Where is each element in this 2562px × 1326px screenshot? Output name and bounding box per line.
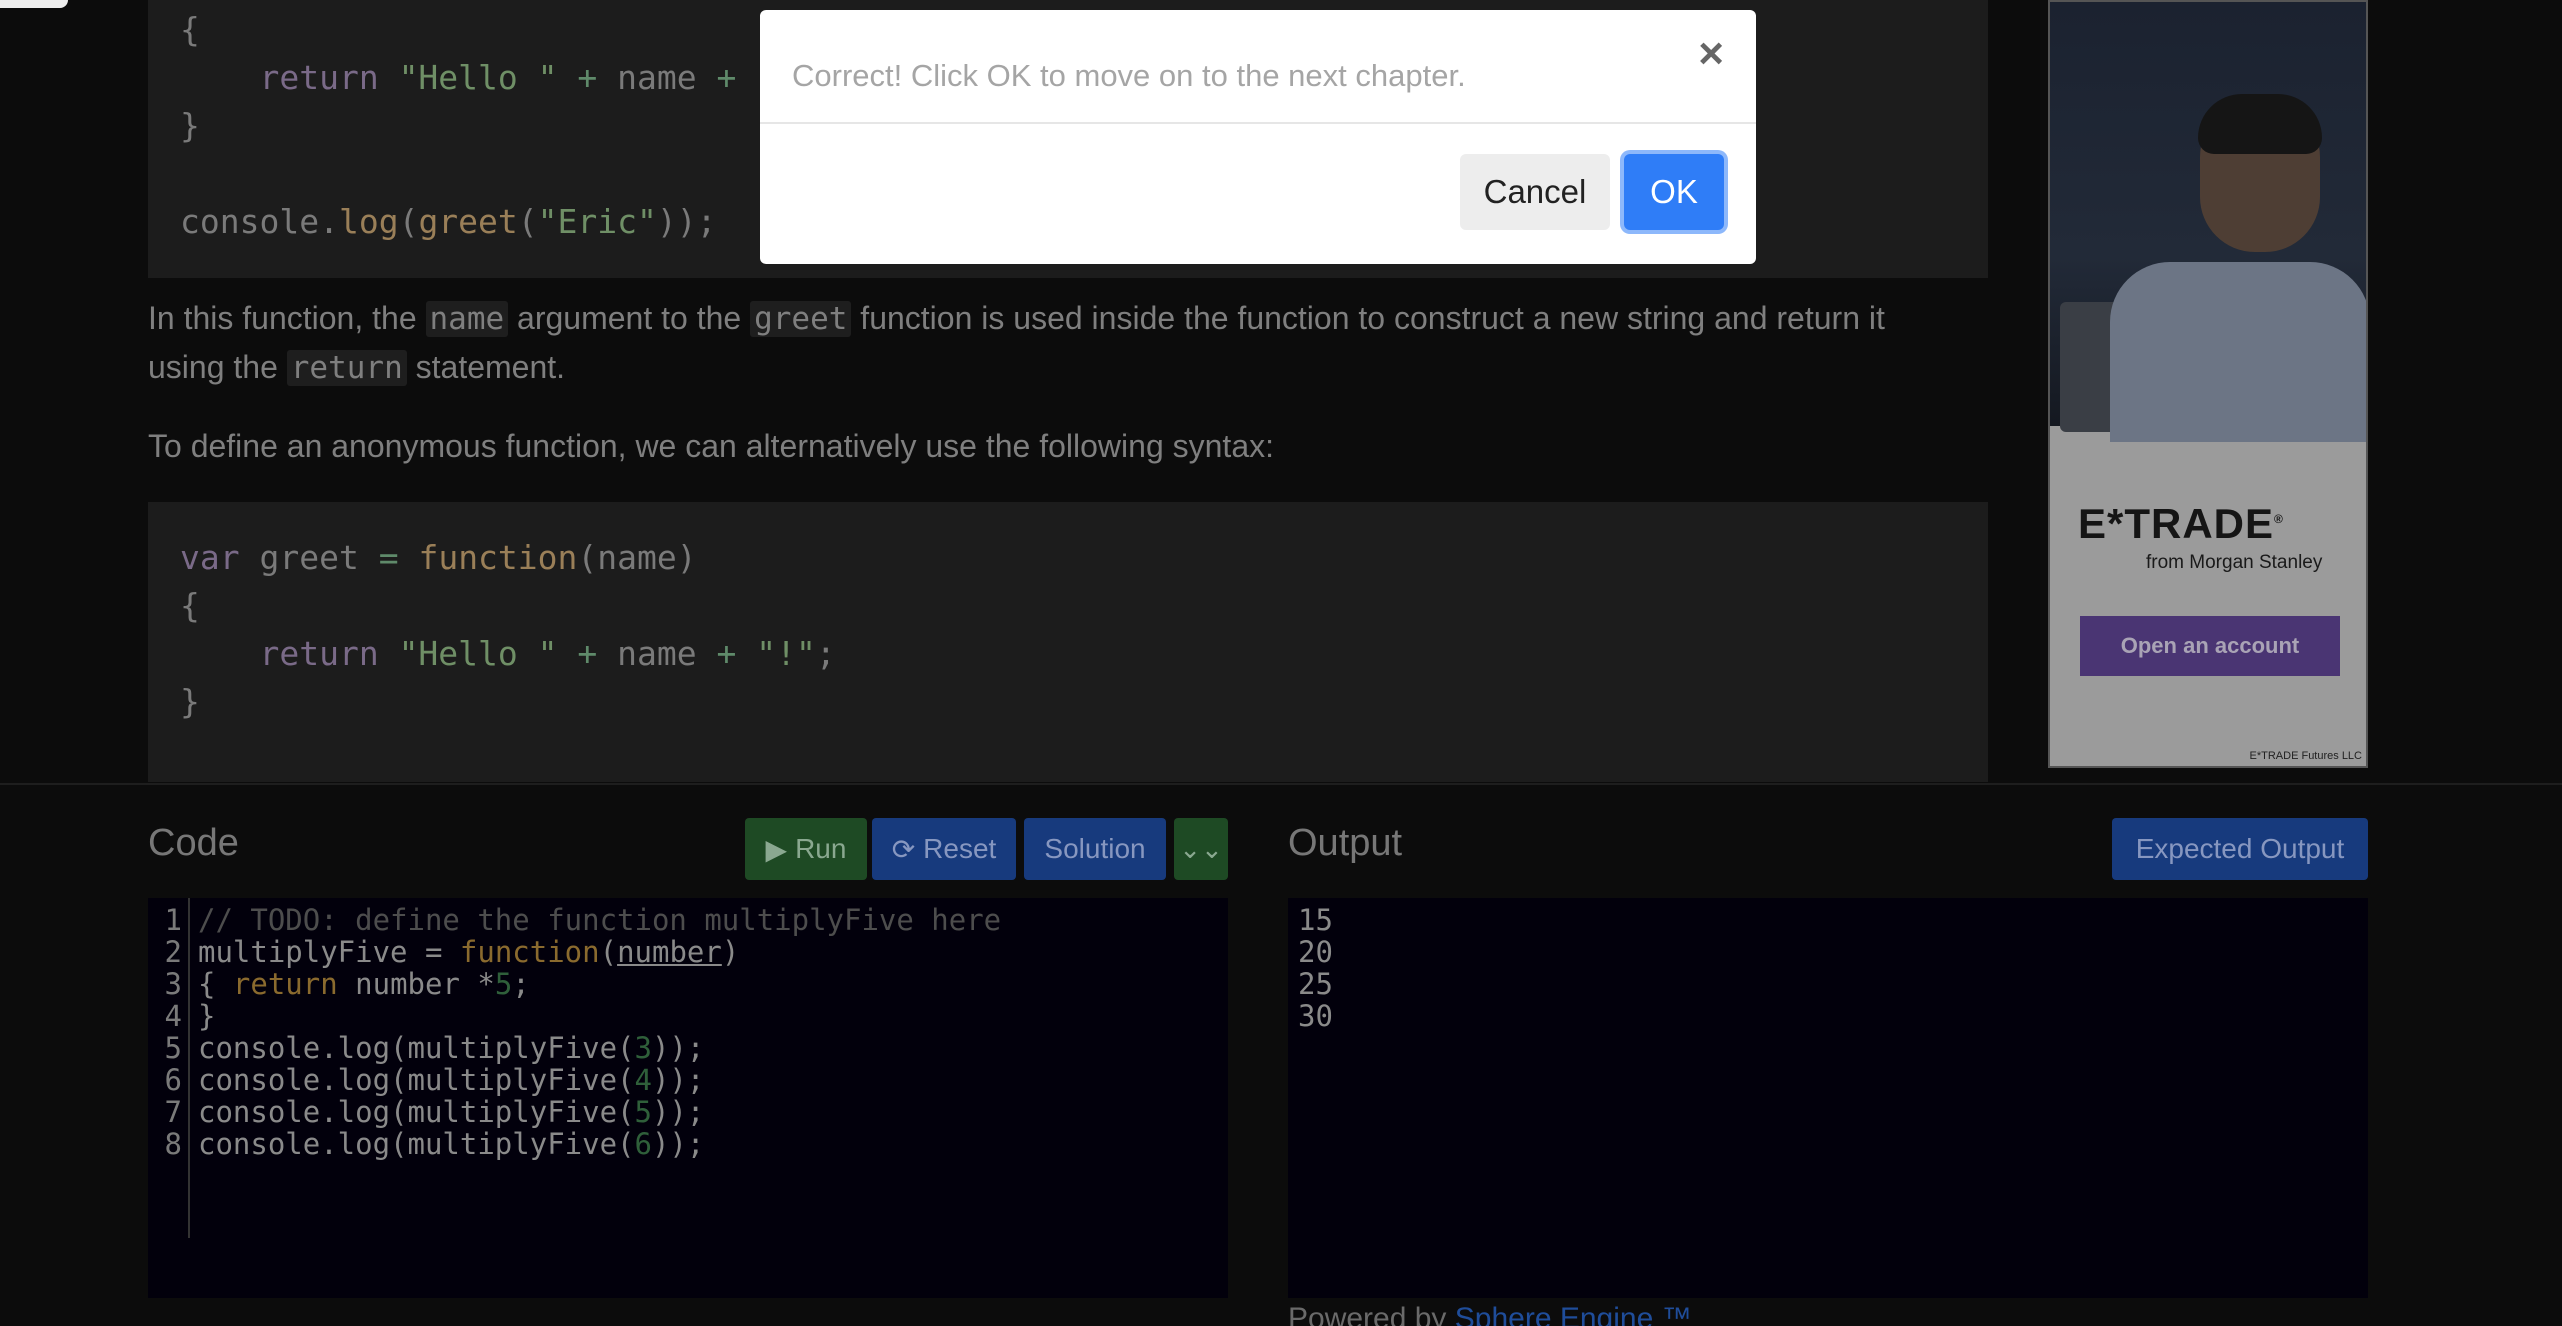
cancel-button[interactable]: Cancel (1460, 154, 1610, 230)
code-line: console.log(multiplyFive(3)); (198, 1031, 705, 1065)
line-number: 4 (164, 999, 182, 1033)
text: In this function, the (148, 300, 426, 336)
dialog-separator (760, 122, 1756, 124)
line-number: 8 (164, 1127, 182, 1161)
refresh-icon: ⟳ (891, 833, 916, 865)
reset-label: Reset (923, 833, 997, 864)
page: { return "Hello " + name + "} console.lo… (0, 0, 2562, 1326)
reset-button[interactable]: ⟳ Reset (872, 818, 1016, 880)
code-line: } (180, 682, 200, 721)
output-line: 20 (1298, 935, 1333, 969)
code-line: console.log(multiplyFive(6)); (198, 1127, 705, 1161)
expected-output-button[interactable]: Expected Output (2112, 818, 2368, 880)
code-line: var greet = function(name) (180, 538, 697, 577)
inline-code: name (425, 301, 509, 337)
sphere-engine-link[interactable]: Sphere Engine ™ (1455, 1302, 1692, 1326)
code-example-2: var greet = function(name) { return "Hell… (148, 502, 1988, 782)
open-account-button[interactable]: Open an account (2080, 616, 2340, 676)
output-console: 15 20 25 30 (1288, 898, 2368, 1298)
dialog-message: Correct! Click OK to move on to the next… (792, 58, 1466, 93)
close-icon[interactable]: × (1698, 32, 1724, 76)
lesson-paragraph-2: To define an anonymous function, we can … (148, 428, 1274, 464)
corner-tab (0, 0, 68, 8)
output-line: 15 (1298, 903, 1333, 937)
code-line: console.log(multiplyFive(5)); (198, 1095, 705, 1129)
line-number: 5 (164, 1031, 182, 1065)
text: statement. (406, 349, 566, 385)
code-line: console.log(multiplyFive(4)); (198, 1063, 705, 1097)
code-editor[interactable]: 12345678 // TODO: define the function mu… (148, 898, 1228, 1298)
ok-button[interactable]: OK (1624, 154, 1724, 230)
play-icon: ▶ (765, 833, 788, 865)
editor-code[interactable]: // TODO: define the function multiplyFiv… (198, 904, 1001, 1160)
output-line: 25 (1298, 967, 1333, 1001)
code-line: return "Hello " + name + "!"; (259, 634, 836, 673)
code-panel-title: Code (148, 822, 239, 864)
run-button[interactable]: ▶ Run (745, 818, 867, 880)
code-line: multiplyFive = function(number) (198, 935, 740, 969)
powered-by: Powered by Sphere Engine ™ (1288, 1302, 1692, 1326)
advertisement[interactable]: E*TRADE® from Morgan Stanley Open an acc… (2048, 0, 2368, 768)
output-panel-title: Output (1288, 822, 1403, 864)
output-line: 30 (1298, 999, 1333, 1033)
code-line: { return number *5; (198, 967, 530, 1001)
code-line: } (198, 999, 216, 1033)
double-chevron-down-icon: ⌄⌄ (1179, 833, 1223, 864)
powered-prefix: Powered by (1288, 1302, 1455, 1326)
collapse-button[interactable]: ⌄⌄ (1174, 818, 1228, 880)
text: argument to the (508, 300, 751, 336)
etrade-logo: E*TRADE® (2078, 500, 2284, 547)
code-line: // TODO: define the function multiplyFiv… (198, 903, 1002, 937)
line-number: 6 (164, 1063, 182, 1097)
inline-code: greet (750, 301, 852, 337)
line-numbers: 12345678 (148, 898, 190, 1238)
code-line: { (180, 586, 200, 625)
divider (0, 783, 2562, 785)
lesson-paragraph-1: In this function, the name argument to t… (148, 294, 1988, 392)
line-number: 7 (164, 1095, 182, 1129)
ad-tagline: from Morgan Stanley (2146, 552, 2323, 573)
line-number: 2 (164, 935, 182, 969)
inline-code: return (286, 350, 407, 386)
run-label: Run (795, 833, 847, 864)
text: function is used inside the function to … (851, 300, 1885, 336)
ad-photo (2050, 2, 2366, 442)
confirm-dialog: Correct! Click OK to move on to the next… (760, 10, 1756, 264)
solution-button[interactable]: Solution (1024, 818, 1166, 880)
text: using the (148, 349, 287, 385)
line-number: 3 (164, 967, 182, 1001)
ad-footer: E*TRADE Futures LLC (2249, 750, 2362, 762)
line-number: 1 (164, 903, 182, 937)
